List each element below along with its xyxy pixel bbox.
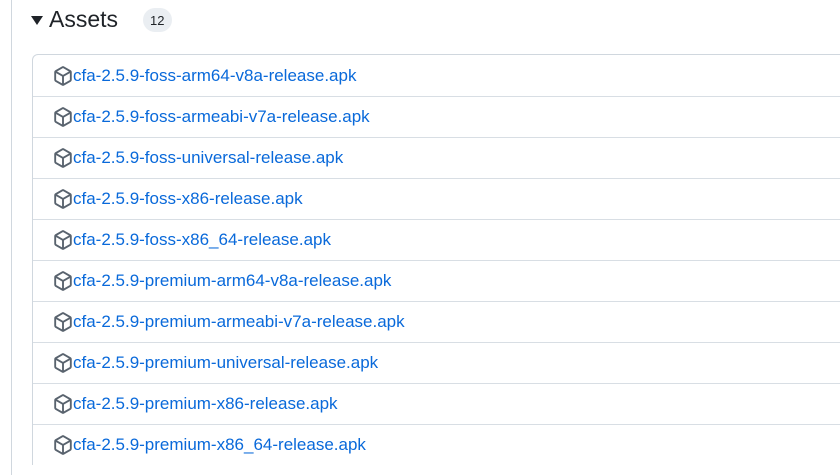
package-icon [53, 435, 73, 455]
asset-link[interactable]: cfa-2.5.9-premium-universal-release.apk [73, 353, 378, 373]
asset-row: cfa-2.5.9-foss-armeabi-v7a-release.apk [33, 96, 840, 137]
asset-row: cfa-2.5.9-foss-x86-release.apk [33, 178, 840, 219]
asset-link[interactable]: cfa-2.5.9-foss-universal-release.apk [73, 148, 343, 168]
asset-link[interactable]: cfa-2.5.9-foss-x86_64-release.apk [73, 230, 331, 250]
assets-title: Assets [49, 5, 119, 32]
asset-row: cfa-2.5.9-premium-x86-release.apk [33, 383, 840, 424]
asset-link[interactable]: cfa-2.5.9-foss-armeabi-v7a-release.apk [73, 107, 370, 127]
asset-link[interactable]: cfa-2.5.9-premium-x86-release.apk [73, 394, 338, 414]
package-icon [53, 65, 73, 86]
package-icon [53, 394, 73, 414]
package-icon [53, 353, 73, 373]
asset-row: cfa-2.5.9-premium-universal-release.apk [33, 342, 840, 383]
package-icon [53, 189, 73, 209]
asset-row: cfa-2.5.9-foss-universal-release.apk [33, 137, 840, 178]
asset-list: cfa-2.5.9-foss-arm64-v8a-release.apk cfa… [32, 54, 840, 465]
package-icon [53, 230, 73, 250]
triangle-down-icon[interactable] [31, 15, 43, 25]
release-assets-page: Assets 12 cfa-2.5.9-foss-arm64-v8a-relea… [0, 0, 840, 475]
asset-link[interactable]: cfa-2.5.9-premium-arm64-v8a-release.apk [73, 271, 391, 291]
asset-link[interactable]: cfa-2.5.9-foss-arm64-v8a-release.apk [73, 66, 356, 86]
asset-link[interactable]: cfa-2.5.9-foss-x86-release.apk [73, 189, 303, 209]
asset-row: cfa-2.5.9-premium-arm64-v8a-release.apk [33, 260, 840, 301]
package-icon [53, 148, 73, 168]
asset-row: cfa-2.5.9-premium-armeabi-v7a-release.ap… [33, 301, 840, 342]
package-icon [53, 312, 73, 332]
package-icon [53, 271, 73, 291]
asset-row: cfa-2.5.9-foss-arm64-v8a-release.apk [33, 55, 840, 96]
asset-row: cfa-2.5.9-premium-x86_64-release.apk [33, 424, 840, 465]
package-icon [53, 107, 73, 127]
assets-summary[interactable]: Assets 12 [31, 3, 172, 35]
asset-link[interactable]: cfa-2.5.9-premium-armeabi-v7a-release.ap… [73, 312, 405, 332]
assets-count-badge: 12 [143, 8, 172, 32]
asset-row: cfa-2.5.9-foss-x86_64-release.apk [33, 219, 840, 260]
asset-link[interactable]: cfa-2.5.9-premium-x86_64-release.apk [73, 435, 366, 455]
timeline-rule [11, 0, 12, 475]
